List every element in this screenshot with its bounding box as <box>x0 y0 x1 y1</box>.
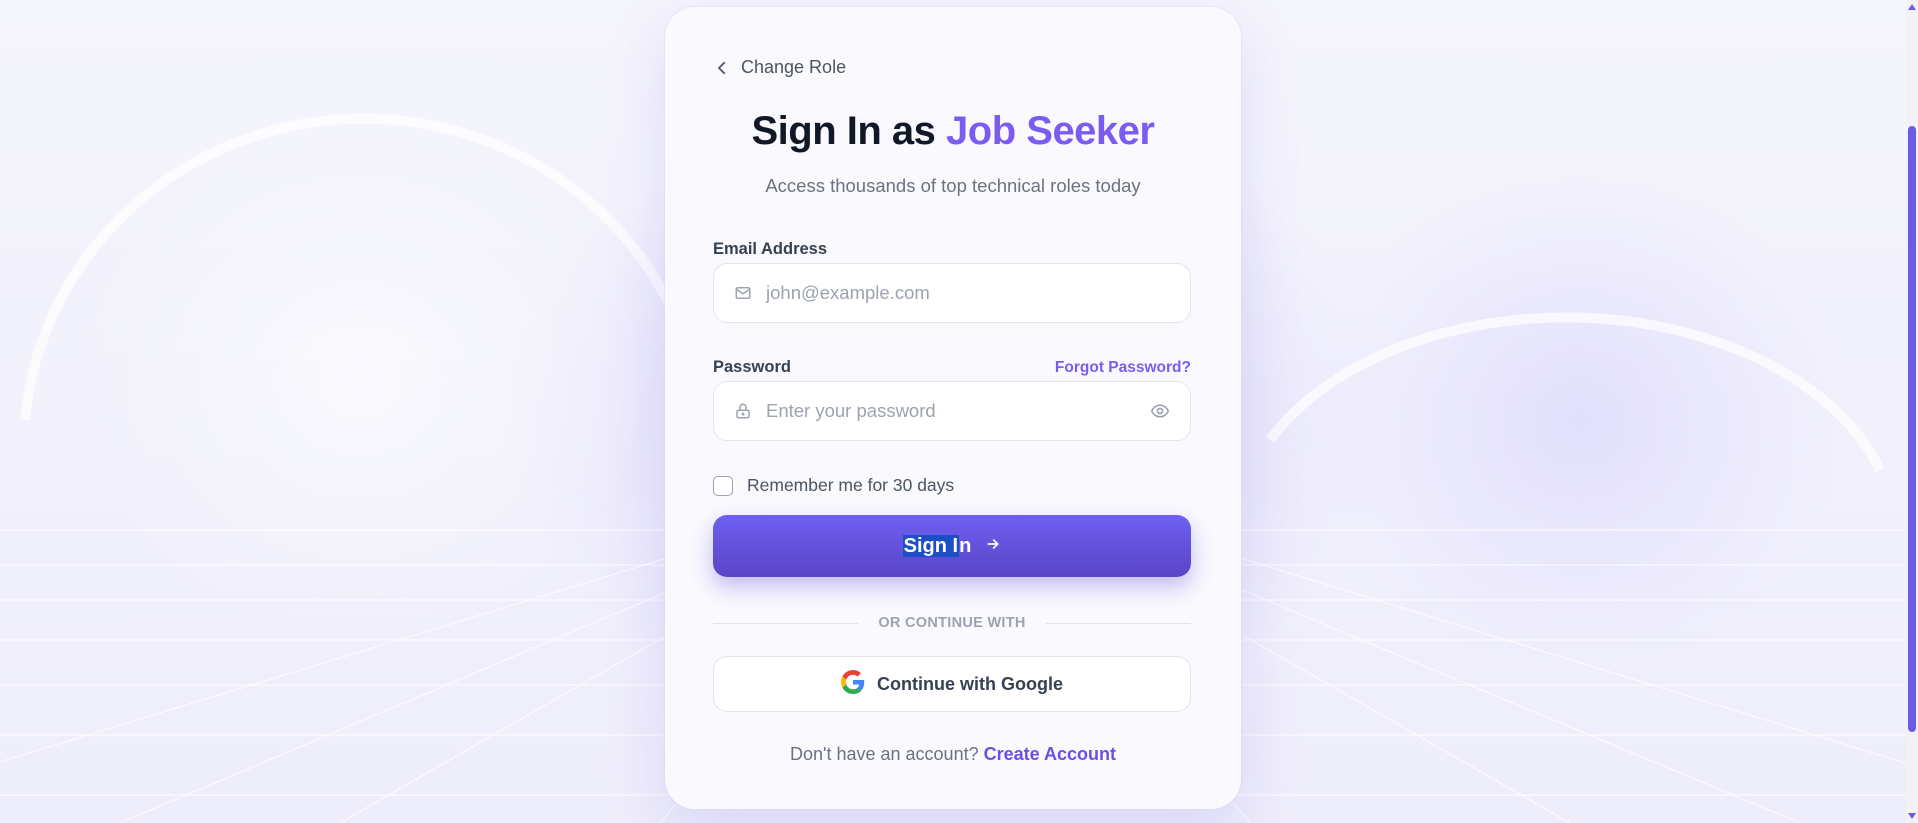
password-label: Password <box>713 358 791 376</box>
or-divider: OR CONTINUE WITH <box>713 613 1191 633</box>
sign-in-label-selected: Sign I <box>902 534 960 557</box>
password-field[interactable]: Enter your password <box>713 381 1191 441</box>
scroll-up-arrow-icon[interactable] <box>1908 4 1916 10</box>
email-field[interactable]: john@example.com <box>713 263 1191 323</box>
remember-checkbox[interactable] <box>713 475 733 496</box>
title-prefix: Sign In as <box>751 109 947 153</box>
email-label: Email Address <box>713 240 828 258</box>
change-role-label: Change Role <box>741 57 847 77</box>
google-button-label: Continue with Google <box>877 673 1063 694</box>
signup-prompt-text: Don't have an account? <box>790 744 984 764</box>
remember-label: Remember me for 30 days <box>747 475 955 495</box>
arrow-right-icon <box>985 535 1001 558</box>
mail-icon <box>734 284 752 302</box>
password-placeholder: Enter your password <box>766 400 936 421</box>
page-subtitle: Access thousands of top technical roles … <box>765 175 1141 196</box>
page-title: Sign In as Job Seeker <box>665 109 1241 154</box>
create-account-link[interactable]: Create Account <box>984 744 1116 764</box>
page-scrollbar[interactable] <box>1906 0 1918 823</box>
email-placeholder: john@example.com <box>766 282 930 303</box>
divider-text: OR CONTINUE WITH <box>878 615 1026 631</box>
scroll-down-arrow-icon[interactable] <box>1908 813 1916 819</box>
sign-in-button[interactable]: Sign In <box>713 515 1191 577</box>
google-logo-icon <box>841 669 865 699</box>
sign-in-label: Sign In <box>902 534 972 558</box>
sign-in-label-rest: n <box>959 534 972 557</box>
sign-in-card: Change Role Sign In as Job Seeker Access… <box>665 7 1241 809</box>
remember-me[interactable]: Remember me for 30 days <box>713 475 954 496</box>
lock-icon <box>734 402 752 420</box>
signup-prompt: Don't have an account? Create Account <box>665 744 1241 765</box>
eye-icon[interactable] <box>1150 401 1170 421</box>
continue-with-google-button[interactable]: Continue with Google <box>713 656 1191 712</box>
scrollbar-thumb[interactable] <box>1908 126 1916 732</box>
chevron-left-icon <box>713 59 731 77</box>
divider-line-right <box>1045 622 1191 624</box>
title-role: Job Seeker <box>946 109 1155 153</box>
divider-line-left <box>713 622 859 624</box>
change-role-link[interactable]: Change Role <box>713 57 846 78</box>
forgot-password-link[interactable]: Forgot Password? <box>1055 359 1191 377</box>
